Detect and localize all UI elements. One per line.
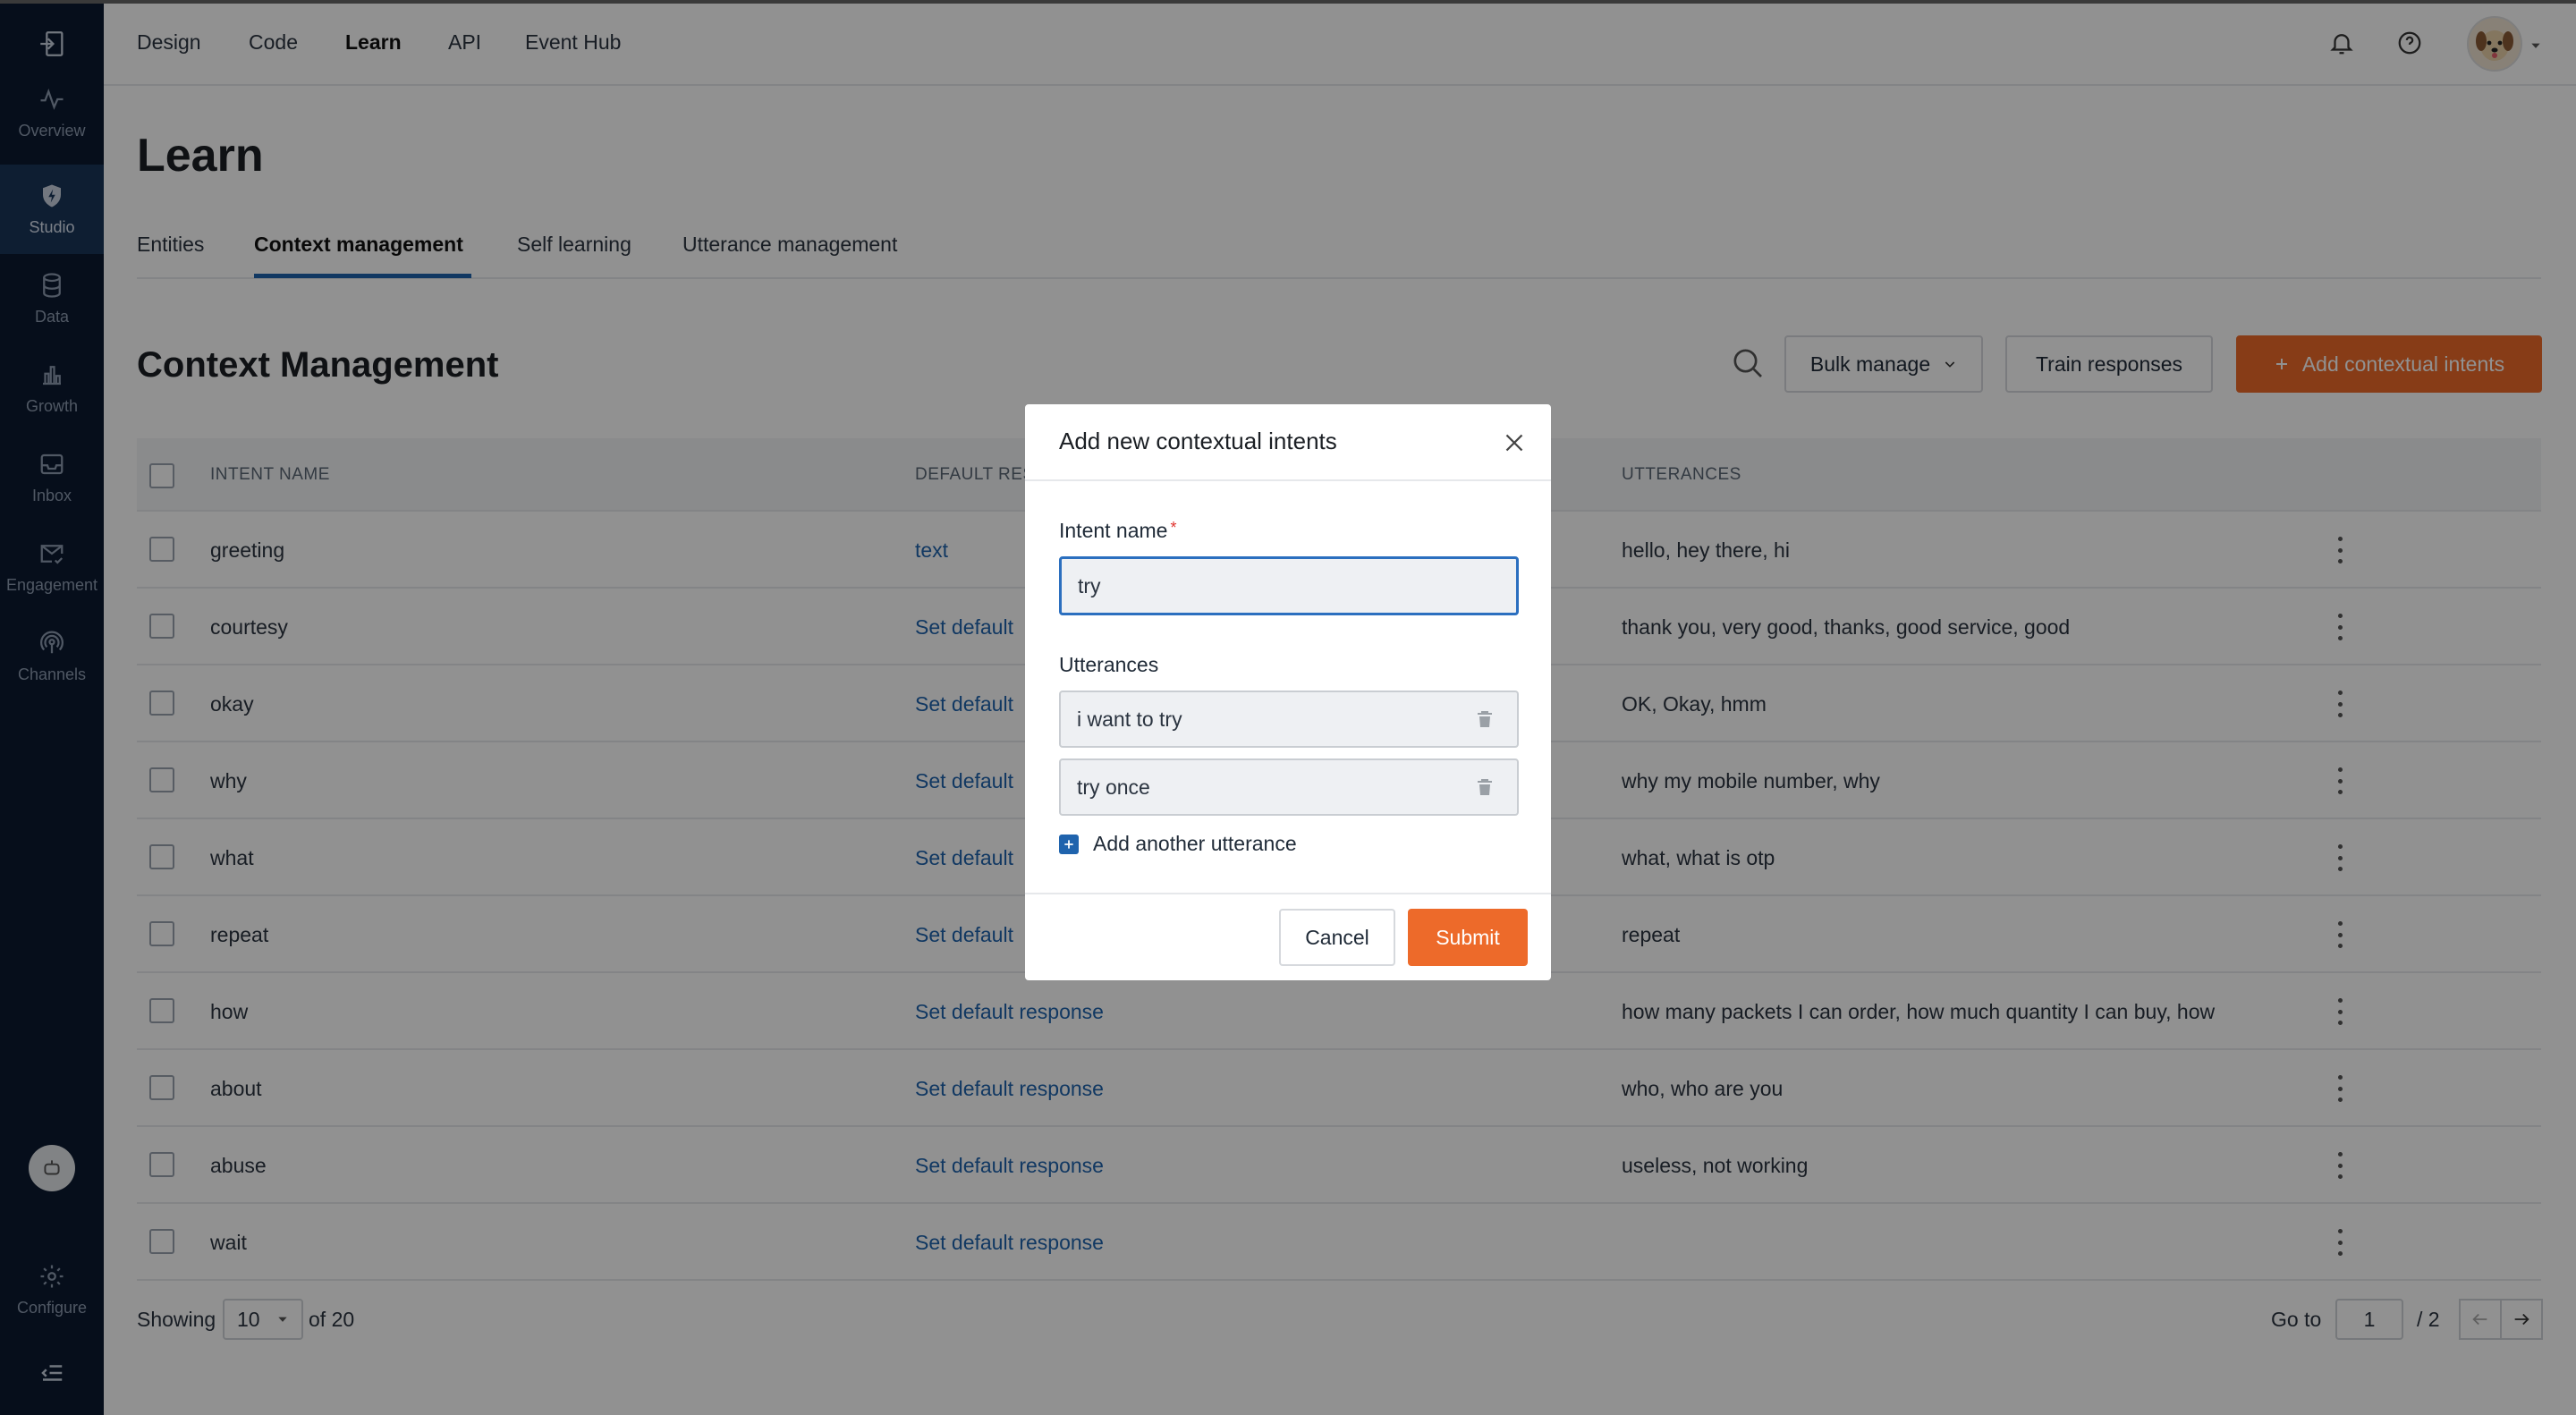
close-icon [1505,434,1523,452]
intent-name-label: Intent name * [1059,519,1176,543]
required-mark: * [1170,519,1177,537]
cancel-button[interactable]: Cancel [1279,909,1395,966]
trash-icon[interactable] [1474,776,1496,798]
modal-title: Add new contextual intents [1059,428,1337,454]
utterances-label: Utterances [1059,653,1159,676]
add-utterance-label: Add another utterance [1093,832,1297,855]
submit-button[interactable]: Submit [1408,909,1528,966]
intent-name-input[interactable]: try [1059,556,1519,615]
trash-icon[interactable] [1474,708,1496,730]
modal-header: Add new contextual intents [1025,404,1551,481]
window-top-border [0,0,2576,4]
intent-name-label-text: Intent name [1059,519,1168,542]
plus-square-icon [1059,834,1079,854]
utterance-input[interactable]: i want to try [1059,691,1519,748]
add-intent-modal: Add new contextual intents Intent name * … [1025,404,1551,980]
utterance-input[interactable]: try once [1059,758,1519,816]
cancel-label: Cancel [1305,925,1369,949]
add-utterance-button[interactable]: Add another utterance [1059,832,1297,856]
submit-label: Submit [1436,925,1500,949]
utterance-value: try once [1077,775,1150,799]
modal-footer-divider [1025,893,1551,894]
utterance-value: i want to try [1077,707,1182,731]
close-modal-button[interactable] [1499,428,1530,458]
intent-name-value: try [1078,573,1101,597]
